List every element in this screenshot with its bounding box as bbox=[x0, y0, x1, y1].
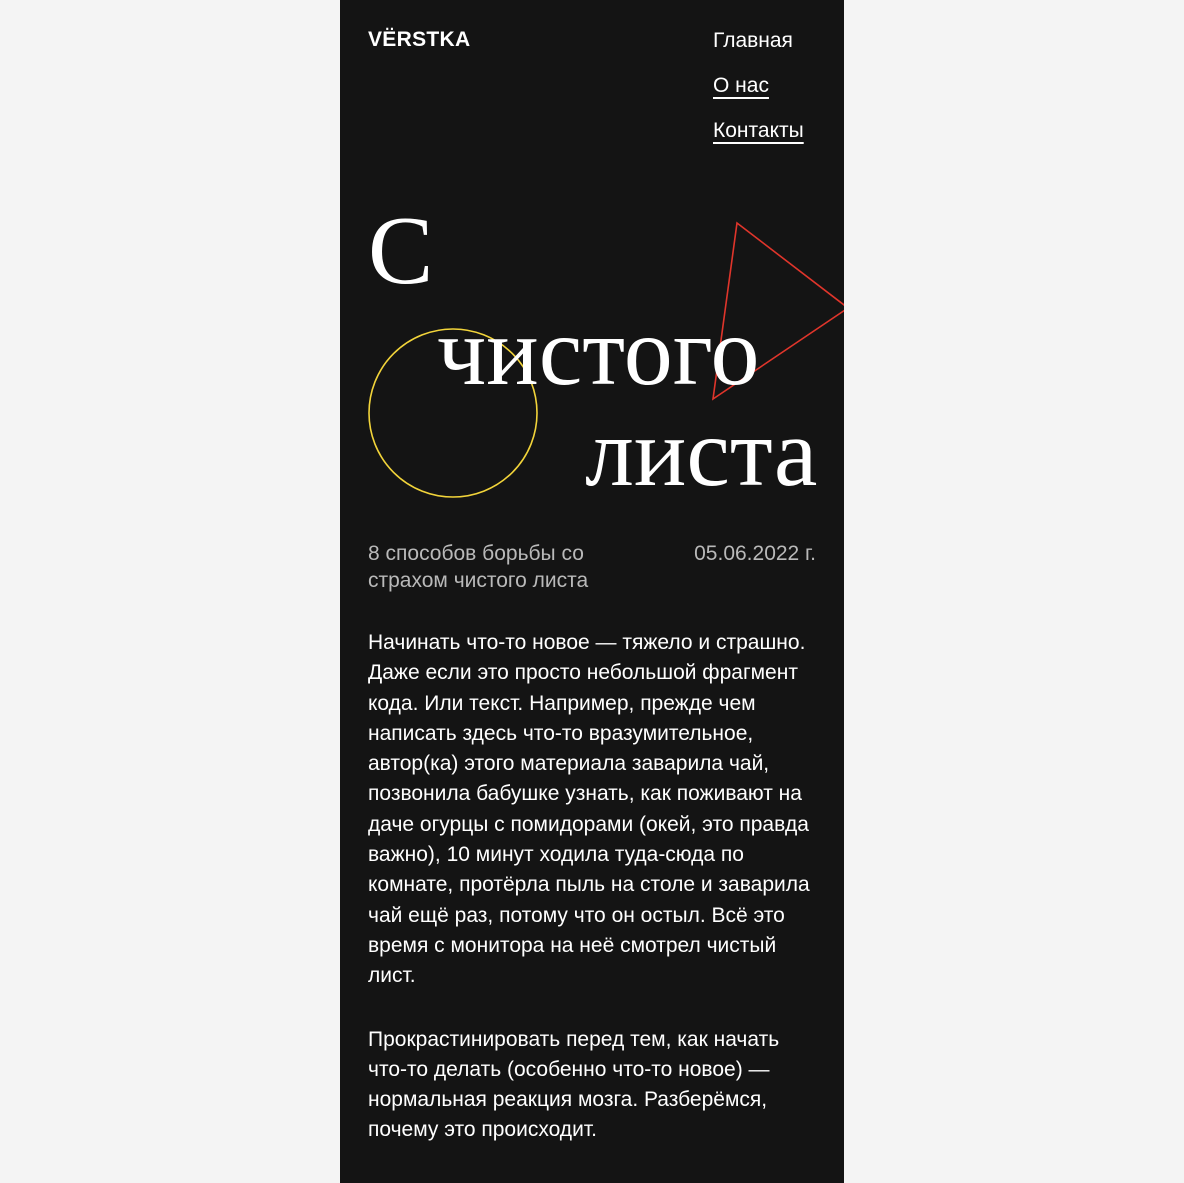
nav-item-about[interactable]: О нас bbox=[713, 71, 804, 116]
nav-item-contacts-label[interactable]: Контакты bbox=[713, 119, 804, 142]
article-subtitle: 8 способов борьбы со страхом чистого лис… bbox=[368, 542, 589, 592]
article-title-line-1: С bbox=[368, 197, 434, 305]
article-paragraph: Начинать что-то новое — тяжело и страшно… bbox=[368, 631, 810, 988]
nav-item-home-label[interactable]: Главная bbox=[713, 29, 793, 52]
article-body: Начинать что-то новое — тяжело и страшно… bbox=[368, 628, 820, 1179]
site-logo[interactable]: VЁRSTKA bbox=[368, 28, 471, 52]
article-title-line-2: чистого bbox=[437, 298, 760, 406]
article-paragraph: Прокрастинировать перед тем, как начать … bbox=[368, 1027, 780, 1142]
nav-item-home[interactable]: Главная bbox=[713, 26, 804, 71]
article-date: 05.06.2022 г. bbox=[694, 542, 816, 565]
article-title-line-3: листа bbox=[585, 399, 818, 507]
article-page: VЁRSTKA Главная О нас Контакты С чистого… bbox=[340, 0, 844, 1183]
main-nav: Главная О нас Контакты bbox=[713, 26, 804, 161]
nav-item-about-label[interactable]: О нас bbox=[713, 74, 769, 97]
nav-item-contacts[interactable]: Контакты bbox=[713, 116, 804, 161]
